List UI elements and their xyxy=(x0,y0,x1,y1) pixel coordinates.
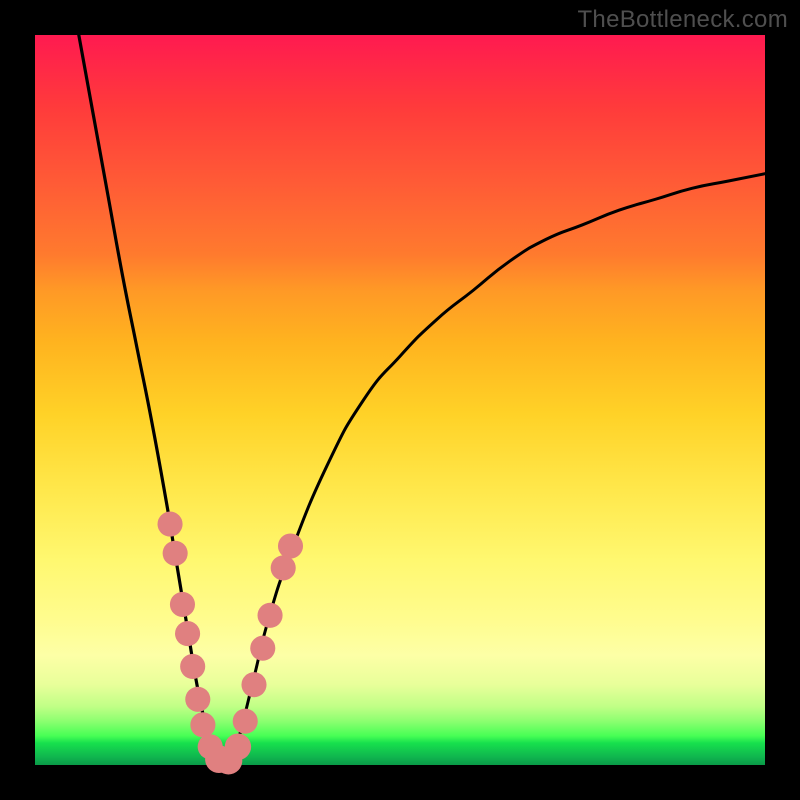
chart-svg xyxy=(35,35,765,765)
data-marker xyxy=(271,555,296,580)
data-marker xyxy=(185,687,210,712)
data-marker xyxy=(225,734,251,760)
data-marker xyxy=(190,712,215,737)
data-marker xyxy=(258,603,283,628)
watermark-text: TheBottleneck.com xyxy=(577,6,788,34)
data-marker xyxy=(170,592,195,617)
data-marker xyxy=(278,533,303,558)
data-marker xyxy=(175,621,200,646)
plot-area xyxy=(35,35,765,765)
data-marker xyxy=(241,672,266,697)
data-marker xyxy=(233,709,258,734)
right-curve xyxy=(225,174,765,765)
marker-group xyxy=(158,512,304,775)
left-curve xyxy=(79,35,225,765)
data-marker xyxy=(250,636,275,661)
data-marker xyxy=(180,654,205,679)
data-marker xyxy=(163,541,188,566)
chart-frame: TheBottleneck.com xyxy=(0,0,800,800)
data-marker xyxy=(158,512,183,537)
